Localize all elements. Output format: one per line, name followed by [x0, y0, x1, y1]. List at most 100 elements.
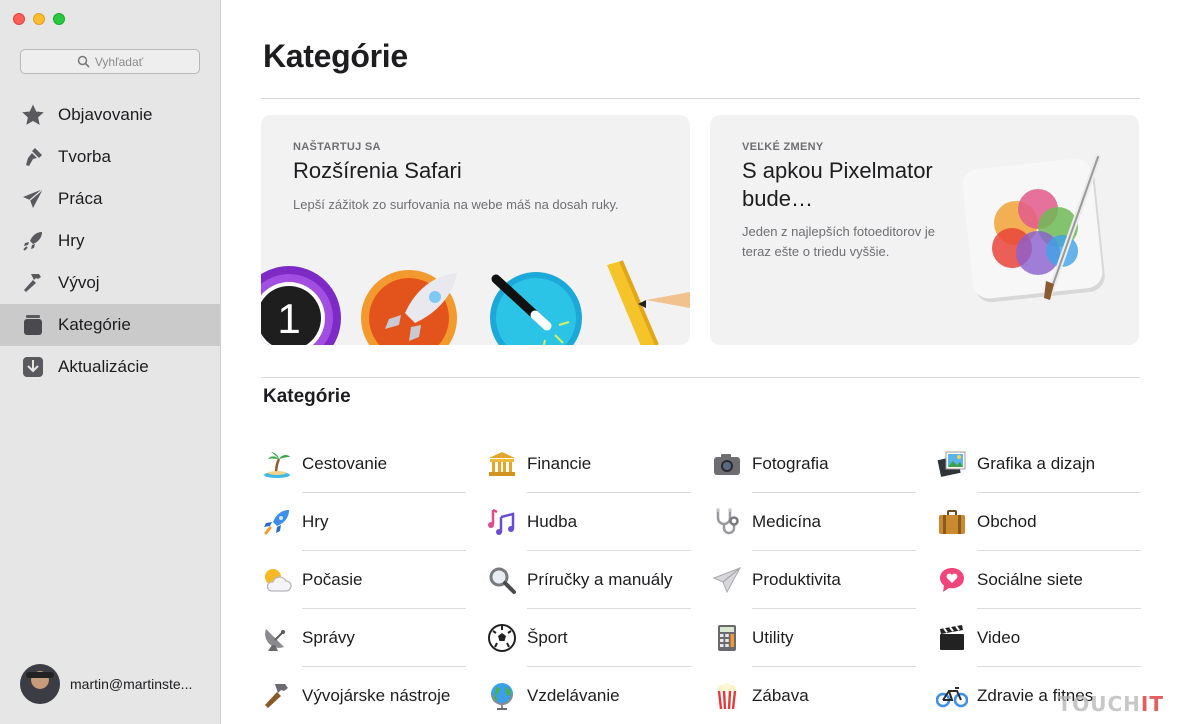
sidebar-item-label: Vývoj — [58, 273, 100, 292]
hammer-icon — [20, 270, 46, 296]
satellite-dish-icon — [261, 622, 293, 654]
category-label: Šport — [527, 609, 691, 667]
sidebar-item-aktualizacie[interactable]: Aktualizácie — [0, 346, 220, 388]
category-label: Počasie — [302, 551, 466, 609]
card-title: S apkou Pixelmator bude… — [742, 158, 933, 211]
category-label: Vzdelávanie — [527, 667, 691, 724]
card-description: Jeden z najlepších fotoeditorov je teraz… — [742, 224, 935, 259]
category-sport[interactable]: Šport — [486, 609, 691, 667]
category-label: Hudba — [527, 493, 691, 551]
category-cestovanie[interactable]: Cestovanie — [261, 435, 466, 493]
sidebar-item-label: Kategórie — [58, 315, 131, 334]
category-label: Financie — [527, 435, 691, 493]
search-input[interactable]: Vyhľadať — [20, 49, 200, 74]
page-title: Kategórie — [263, 38, 408, 74]
category-produktivita[interactable]: Produktivita — [711, 551, 916, 609]
sidebar-item-label: Práca — [58, 189, 103, 208]
featured-card-pixelmator[interactable]: VEĽKÉ ZMENY S apkou Pixelmator bude… Jed… — [710, 115, 1139, 345]
app-icons-artwork: 1 — [261, 260, 690, 345]
category-label: Sociálne siete — [977, 551, 1141, 609]
stack-icon — [20, 312, 46, 338]
category-label: Správy — [302, 609, 466, 667]
chat-heart-icon — [936, 564, 968, 596]
category-label: Cestovanie — [302, 435, 466, 493]
sidebar-item-label: Objavovanie — [58, 105, 153, 124]
category-financie[interactable]: Financie — [486, 435, 691, 493]
category-label: Grafika a dizajn — [977, 435, 1141, 493]
sidebar-item-tvorba[interactable]: Tvorba — [0, 136, 220, 178]
soccer-ball-icon — [486, 622, 518, 654]
zoom-window-button[interactable] — [53, 13, 65, 25]
briefcase-icon — [936, 506, 968, 538]
star-icon — [20, 102, 46, 128]
category-label: Fotografia — [752, 435, 916, 493]
main-content: Kategórie NAŠTARTUJ SA Rozšírenia Safari… — [221, 0, 1180, 724]
sidebar-item-praca[interactable]: Práca — [0, 178, 220, 220]
category-label: Video — [977, 609, 1141, 667]
category-spravy[interactable]: Správy — [261, 609, 466, 667]
category-fotografia[interactable]: Fotografia — [711, 435, 916, 493]
globe-icon — [486, 680, 518, 712]
search-icon — [77, 55, 90, 68]
watermark: TOUCHIT — [1057, 692, 1164, 716]
category-vyvojarske-nastroje[interactable]: Vývojárske nástroje — [261, 667, 466, 724]
category-vzdelavanie[interactable]: Vzdelávanie — [486, 667, 691, 724]
popcorn-icon — [711, 680, 743, 712]
category-label: Príručky a manuály — [527, 551, 691, 609]
1password-icon: 1 — [261, 266, 341, 345]
sidebar-item-hry[interactable]: Hry — [0, 220, 220, 262]
minimize-window-button[interactable] — [33, 13, 45, 25]
section-title: Kategórie — [263, 386, 351, 407]
rocket-app-icon — [361, 270, 457, 345]
brush-icon — [20, 144, 46, 170]
category-pocasie[interactable]: Počasie — [261, 551, 466, 609]
paper-plane-icon — [711, 564, 743, 596]
category-grafika-a-dizajn[interactable]: Grafika a dizajn — [936, 435, 1141, 493]
picture-icon — [936, 448, 968, 480]
sidebar-item-vyvoj[interactable]: Vývoj — [0, 262, 220, 304]
category-label: Obchod — [977, 493, 1141, 551]
category-label: Zábava — [752, 667, 916, 724]
category-socialne-siete[interactable]: Sociálne siete — [936, 551, 1141, 609]
stethoscope-icon — [711, 506, 743, 538]
category-label: Produktivita — [752, 551, 916, 609]
featured-card-safari-extensions[interactable]: NAŠTARTUJ SA Rozšírenia Safari Lepší záž… — [261, 115, 690, 345]
search-placeholder: Vyhľadať — [94, 54, 144, 69]
palm-tree-icon — [261, 448, 293, 480]
user-name: martin@martinste... — [70, 676, 193, 692]
category-label: Utility — [752, 609, 916, 667]
rocket-icon — [261, 506, 293, 538]
category-prirucky-a-manualy[interactable]: Príručky a manuály — [486, 551, 691, 609]
category-label: Hry — [302, 493, 466, 551]
category-hudba[interactable]: Hudba — [486, 493, 691, 551]
category-video[interactable]: Video — [936, 609, 1141, 667]
paper-plane-icon — [20, 186, 46, 212]
bank-icon — [486, 448, 518, 480]
music-notes-icon — [486, 506, 518, 538]
pencil-app-icon — [607, 260, 690, 345]
sidebar: Vyhľadať Objavovanie Tvorba Práca Hry Vý… — [0, 0, 221, 724]
category-utility[interactable]: Utility — [711, 609, 916, 667]
category-hry[interactable]: Hry — [261, 493, 466, 551]
svg-text:1: 1 — [277, 295, 300, 342]
calculator-icon — [711, 622, 743, 654]
sidebar-nav: Objavovanie Tvorba Práca Hry Vývoj Kateg… — [0, 94, 220, 388]
window-controls — [13, 13, 65, 25]
close-window-button[interactable] — [13, 13, 25, 25]
user-account[interactable]: martin@martinste... — [20, 664, 192, 704]
sidebar-item-kategorie[interactable]: Kategórie — [0, 304, 220, 346]
bicycle-icon — [936, 680, 968, 712]
pixelmator-icon — [962, 154, 1105, 303]
divider — [261, 98, 1140, 99]
sidebar-item-label: Tvorba — [58, 147, 111, 166]
category-zabava[interactable]: Zábava — [711, 667, 916, 724]
divider — [261, 377, 1140, 378]
hammer-icon — [261, 680, 293, 712]
sidebar-item-objavovanie[interactable]: Objavovanie — [0, 94, 220, 136]
clapperboard-icon — [936, 622, 968, 654]
category-label: Vývojárske nástroje — [302, 667, 466, 724]
category-obchod[interactable]: Obchod — [936, 493, 1141, 551]
magic-wand-icon — [490, 272, 582, 345]
sidebar-item-label: Aktualizácie — [58, 357, 149, 376]
category-medicina[interactable]: Medicína — [711, 493, 916, 551]
